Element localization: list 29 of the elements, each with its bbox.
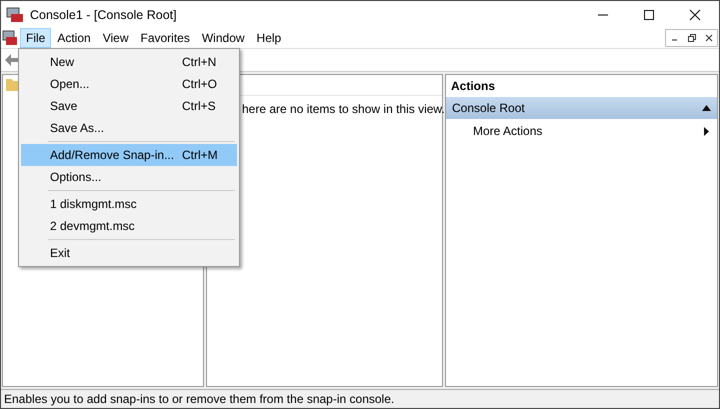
window-title: Console1 - [Console Root] — [30, 8, 177, 22]
back-arrow-icon[interactable] — [5, 54, 19, 66]
menu-entry[interactable]: Save Ctrl+S — [21, 95, 237, 117]
menu-item[interactable]: Favorites — [134, 28, 196, 48]
menu-entry[interactable]: Open... Ctrl+O — [21, 73, 237, 95]
menu-entry[interactable]: Add/Remove Snap-in... Ctrl+M — [21, 144, 237, 166]
close-icon[interactable] — [689, 8, 701, 20]
menu-entry[interactable]: 1 diskmgmt.msc — [21, 193, 237, 215]
close-icon — [704, 34, 712, 42]
console-icon[interactable] — [2, 30, 18, 46]
menu-entry[interactable]: New Ctrl+N — [21, 51, 237, 73]
menu-entry[interactable]: Exit — [21, 242, 237, 264]
menu-item[interactable]: Action — [51, 28, 97, 48]
menu-entry[interactable]: Save As... — [21, 117, 237, 139]
menu-item[interactable]: Help — [250, 28, 288, 48]
menu-item[interactable]: File — [20, 28, 52, 48]
status-text: Enables you to add snap-ins to or remove them from the snap-in console. — [4, 392, 394, 406]
app-icon — [6, 6, 24, 22]
menu-item[interactable]: View — [96, 28, 134, 48]
maximize-icon[interactable] — [643, 8, 655, 20]
restore-icon — [688, 34, 696, 42]
action-link[interactable]: More Actions — [473, 124, 542, 138]
menu-item[interactable]: Window — [196, 28, 251, 48]
actions-title: Actions — [450, 78, 496, 95]
submenu-arrow-icon — [704, 126, 709, 136]
menu-entry[interactable]: Options... — [21, 166, 237, 188]
collapse-icon[interactable] — [702, 105, 711, 111]
section-header[interactable]: Console Root — [446, 97, 717, 119]
menu-entry[interactable]: 2 devmgmt.msc — [21, 215, 237, 237]
